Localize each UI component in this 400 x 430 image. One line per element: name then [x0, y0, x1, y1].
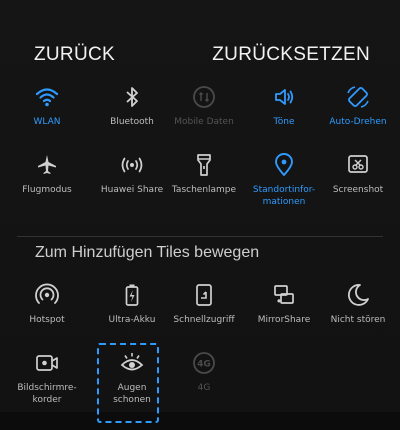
tile-label: Schnellzugriff — [173, 315, 235, 325]
tile-sound[interactable]: Töne — [246, 84, 322, 128]
reset-button[interactable]: ZURÜCKSETZEN — [212, 44, 370, 66]
tile-label: Töne — [273, 117, 295, 127]
tile-label: Flugmodus — [22, 185, 72, 195]
tile-label-line1: Bildschirmre- — [17, 383, 77, 393]
tile-huawei-share[interactable]: Huawei Share — [94, 152, 170, 196]
tile-label: Ultra-Akku — [108, 315, 156, 325]
svg-text:4G: 4G — [197, 360, 211, 370]
moon-icon — [348, 284, 369, 306]
screenshot-icon — [348, 155, 368, 173]
wifi-icon — [35, 88, 59, 107]
battery-icon — [125, 284, 139, 306]
tile-ultra-battery[interactable]: Ultra-Akku — [94, 282, 170, 326]
tile-label: Bluetooth — [110, 117, 154, 127]
tiles-row: Hotspot Ultra-Akku Schnellzugriff Mirror… — [0, 282, 400, 350]
tile-bluetooth[interactable]: Bluetooth — [94, 84, 170, 128]
mobile-data-icon — [193, 86, 215, 108]
drag-placeholder-highlight — [97, 343, 159, 423]
sound-icon — [275, 89, 294, 105]
tile-label: Hotspot — [29, 315, 65, 325]
huawei-share-icon — [121, 157, 143, 173]
back-button[interactable]: ZURÜCK — [34, 44, 115, 66]
shortcut-icon — [196, 284, 212, 306]
tile-label: Nicht stören — [330, 315, 386, 325]
tile-label: Huawei Share — [100, 185, 164, 195]
tiles-row: Bildschirmre-korder Augen schonen 4G 4G — [0, 350, 400, 430]
tile-airplane[interactable]: Flugmodus — [9, 152, 85, 196]
tile-mobile-data[interactable]: Mobile Daten — [166, 84, 242, 128]
screen-recorder-icon — [36, 355, 58, 371]
location-icon — [275, 153, 293, 176]
flashlight-icon — [197, 154, 211, 176]
tile-label-line2: korder — [32, 395, 62, 405]
tile-label: Mobile Daten — [174, 117, 234, 127]
tile-label: Bildschirmre-korder — [9, 382, 85, 406]
tile-label-line1: Standortinfor- — [252, 185, 316, 195]
tile-do-not-disturb[interactable]: Nicht stören — [320, 282, 396, 326]
mirror-share-icon — [274, 285, 294, 304]
tile-4g[interactable]: 4G 4G — [166, 350, 242, 394]
tile-label: 4G — [197, 383, 211, 393]
tile-mirror-share[interactable]: MirrorShare — [246, 282, 322, 326]
add-tiles-section-title: Zum Hinzufügen Tiles bewegen — [35, 244, 260, 261]
section-divider — [17, 236, 383, 237]
tiles-row: Flugmodus Huawei Share Taschenlampe Stan… — [0, 152, 400, 232]
quick-settings-editor: ZURÜCK ZURÜCKSETZEN WLAN Bluetooth Mobil… — [0, 0, 400, 423]
tile-label: WLAN — [33, 117, 61, 127]
tile-flashlight[interactable]: Taschenlampe — [166, 152, 242, 196]
4g-icon: 4G — [193, 352, 215, 374]
tile-wlan[interactable]: WLAN — [9, 84, 85, 128]
active-tiles-grid: WLAN Bluetooth Mobile Daten Töne Auto-Dr… — [0, 84, 400, 232]
tile-auto-rotate[interactable]: Auto-Drehen — [320, 84, 396, 128]
tile-screen-recorder[interactable]: Bildschirmre-korder — [9, 350, 85, 406]
tile-label: Taschenlampe — [171, 185, 237, 195]
tile-label: Auto-Drehen — [329, 117, 387, 127]
tile-label: Standortinfor-mationen — [246, 184, 322, 208]
editor-header: ZURÜCK ZURÜCKSETZEN — [0, 44, 400, 74]
auto-rotate-icon — [347, 86, 369, 108]
tile-shortcut[interactable]: Schnellzugriff — [166, 282, 242, 326]
tile-label-line2: mationen — [262, 197, 306, 207]
hotspot-icon — [35, 283, 59, 304]
airplane-icon — [38, 155, 56, 174]
tile-hotspot[interactable]: Hotspot — [9, 282, 85, 326]
tile-screenshot[interactable]: Screenshot — [320, 152, 396, 196]
tile-label: MirrorShare — [257, 315, 311, 325]
tiles-row: WLAN Bluetooth Mobile Daten Töne Auto-Dr… — [0, 84, 400, 152]
tile-label: Screenshot — [332, 185, 384, 195]
tile-location[interactable]: Standortinfor-mationen — [246, 152, 322, 208]
bluetooth-icon — [126, 87, 138, 107]
available-tiles-grid: Hotspot Ultra-Akku Schnellzugriff Mirror… — [0, 282, 400, 430]
